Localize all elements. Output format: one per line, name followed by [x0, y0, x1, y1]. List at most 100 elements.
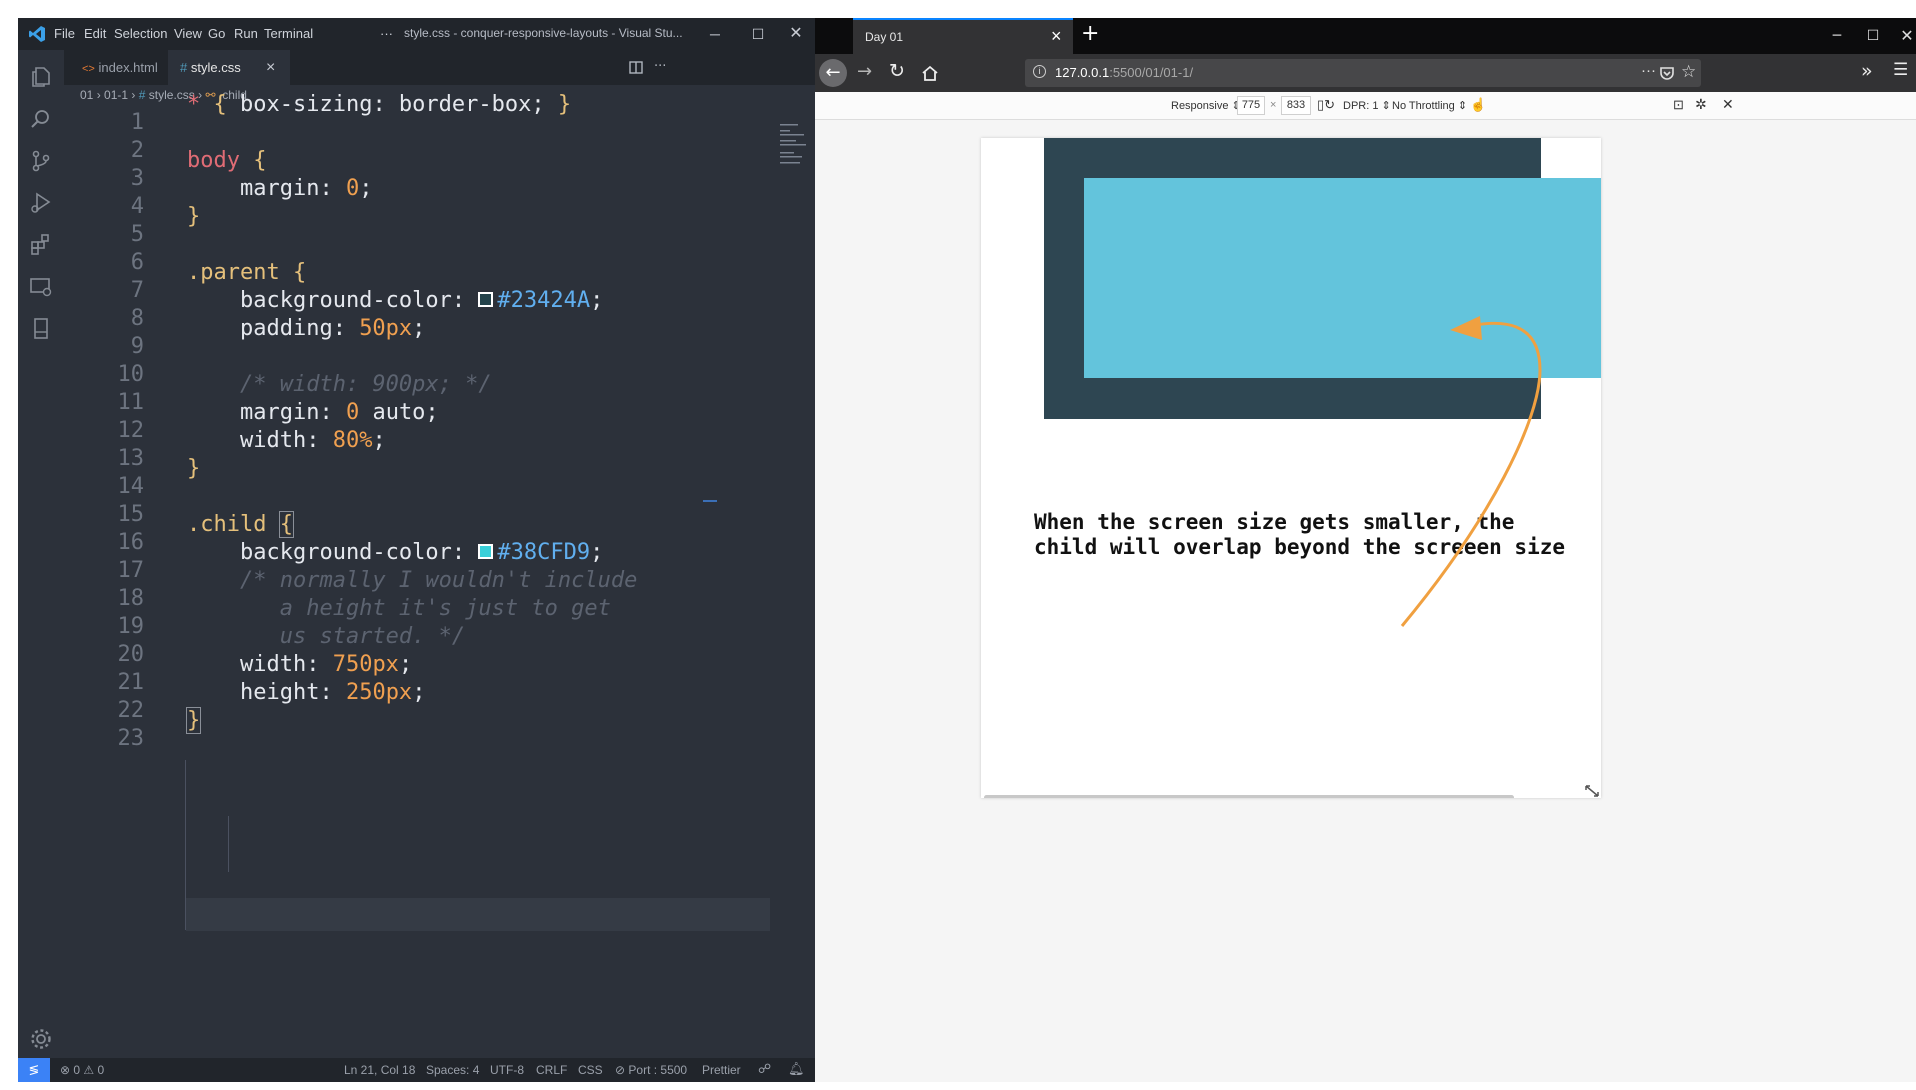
- indentation-status[interactable]: Spaces: 4: [426, 1063, 479, 1077]
- reload-icon[interactable]: ↻: [889, 60, 905, 82]
- notifications-bell-icon[interactable]: 🔔︎: [788, 1061, 805, 1077]
- problems-status[interactable]: ⊗ 0 ⚠ 0: [60, 1063, 104, 1077]
- url-path: :5500/01/01-1/: [1109, 65, 1194, 80]
- menu-terminal[interactable]: Terminal: [264, 26, 313, 41]
- info-icon[interactable]: i: [1033, 65, 1046, 78]
- vscode-titlebar: File Edit Selection View Go Run Terminal…: [18, 18, 815, 50]
- split-editor-icon[interactable]: [629, 61, 643, 74]
- menu-edit[interactable]: Edit: [84, 26, 106, 41]
- responsive-viewport[interactable]: When the screen size gets smaller, the c…: [981, 138, 1601, 798]
- maximize-icon[interactable]: ☐: [746, 22, 770, 46]
- color-swatch-icon[interactable]: [478, 544, 494, 559]
- value: 250px: [345, 680, 413, 705]
- settings-gear-icon[interactable]: ✲: [1695, 96, 1707, 113]
- value: 0: [345, 176, 360, 201]
- prettier-status[interactable]: Prettier: [702, 1063, 741, 1077]
- minimize-icon[interactable]: ─: [703, 22, 727, 46]
- window-title: style.css - conquer-responsive-layouts -…: [404, 26, 683, 40]
- property: margin:: [187, 400, 346, 425]
- extensions-icon[interactable]: [28, 232, 54, 258]
- new-tab-icon[interactable]: +: [1081, 21, 1099, 46]
- run-debug-icon[interactable]: [28, 190, 54, 216]
- throttling-select[interactable]: No Throttling ⇕: [1392, 99, 1467, 112]
- browser-tab[interactable]: Day 01 ×: [853, 18, 1073, 54]
- child-box: [1084, 178, 1601, 378]
- brace: }: [187, 456, 201, 481]
- source-control-icon[interactable]: [28, 148, 54, 174]
- value: 50px: [359, 316, 413, 341]
- rotate-viewport-icon[interactable]: ▯↻: [1317, 97, 1335, 113]
- back-arrow-icon[interactable]: ←: [819, 59, 847, 87]
- value: #23424A: [497, 288, 591, 313]
- remote-icon[interactable]: ≶: [18, 1058, 50, 1082]
- punct: ;: [590, 540, 604, 565]
- throttling-label: No Throttling: [1392, 100, 1455, 112]
- color-swatch-icon[interactable]: [478, 292, 494, 307]
- menu-selection[interactable]: Selection: [114, 26, 167, 41]
- pocket-icon[interactable]: [1659, 66, 1675, 81]
- selector: .parent: [187, 260, 293, 285]
- viewport-height-input[interactable]: 833: [1281, 96, 1311, 115]
- device-label: Responsive: [1171, 100, 1229, 112]
- book-icon[interactable]: [28, 316, 54, 342]
- more-actions-icon[interactable]: ···: [654, 59, 666, 74]
- close-icon[interactable]: ✕: [1895, 24, 1916, 48]
- device-select[interactable]: Responsive ⇕: [1171, 99, 1241, 112]
- menu-overflow[interactable]: ···: [380, 26, 393, 41]
- tab-style-css[interactable]: # style.css ×: [168, 50, 290, 85]
- punct: ;: [398, 652, 413, 677]
- editor-tabs: <> index.html # style.css × ···: [64, 50, 815, 85]
- overflow-chevrons-icon[interactable]: »: [1861, 60, 1873, 82]
- code-line-11: /* width: 900px; */: [187, 372, 492, 397]
- browser-tabbar: Day 01 × + ─ ☐ ✕: [815, 18, 1916, 54]
- close-rdm-icon[interactable]: ✕: [1722, 96, 1734, 113]
- encoding-status[interactable]: UTF-8: [490, 1063, 524, 1077]
- live-server-port[interactable]: ⊘ Port : 5500: [615, 1063, 687, 1077]
- tab-close-icon[interactable]: ×: [266, 50, 275, 85]
- horizontal-scrollbar[interactable]: [984, 795, 1514, 798]
- page-actions-icon[interactable]: ···: [1641, 62, 1656, 79]
- menu-view[interactable]: View: [174, 26, 202, 41]
- forward-arrow-icon[interactable]: →: [857, 61, 872, 82]
- tab-close-icon[interactable]: ×: [1051, 26, 1062, 47]
- tab-index-html[interactable]: <> index.html: [64, 50, 168, 85]
- brace: {: [253, 148, 267, 173]
- firefox-window: Day 01 × + ─ ☐ ✕ ← → ↻ i 127.0.0.1:5500/…: [815, 18, 1916, 1082]
- settings-gear-icon[interactable]: [28, 1026, 54, 1052]
- code-line-13: width: 80%;: [187, 428, 386, 453]
- minimize-icon[interactable]: ─: [1825, 24, 1849, 48]
- screenshot-icon[interactable]: ⊡: [1673, 97, 1684, 113]
- code-line-3: body {: [187, 148, 266, 173]
- resize-handle-icon[interactable]: [1584, 784, 1600, 798]
- property: background-color:: [187, 288, 479, 313]
- code-line-14: }: [187, 456, 200, 481]
- code-line-20: us started. */: [187, 624, 466, 649]
- remote-explorer-icon[interactable]: [28, 274, 54, 300]
- bookmark-star-icon[interactable]: ☆: [1681, 62, 1696, 82]
- feedback-icon[interactable]: ☍: [758, 1061, 771, 1077]
- dpr-select[interactable]: DPR: 1 ⇕: [1343, 99, 1391, 112]
- cursor-position[interactable]: Ln 21, Col 18: [344, 1063, 415, 1077]
- maximize-icon[interactable]: ☐: [1861, 24, 1885, 48]
- menu-run[interactable]: Run: [234, 26, 258, 41]
- menu-go[interactable]: Go: [208, 26, 225, 41]
- code-line-22: height: 250px;: [187, 680, 425, 705]
- viewport-width-input[interactable]: 775: [1237, 96, 1265, 115]
- screen: File Edit Selection View Go Run Terminal…: [0, 0, 1916, 1090]
- explorer-icon[interactable]: [28, 64, 54, 90]
- language-status[interactable]: CSS: [578, 1063, 603, 1077]
- status-bar: ≶ ⊗ 0 ⚠ 0 Ln 21, Col 18 Spaces: 4 UTF-8 …: [18, 1058, 815, 1082]
- close-icon[interactable]: ✕: [784, 22, 808, 46]
- declaration: box-sizing: border-box;: [226, 92, 558, 117]
- eol-status[interactable]: CRLF: [536, 1063, 567, 1077]
- search-icon[interactable]: [28, 106, 54, 132]
- hamburger-menu-icon[interactable]: ☰: [1893, 60, 1908, 80]
- property: width:: [187, 652, 333, 677]
- selector: .child: [187, 512, 280, 537]
- code-line-19: a height it's just to get: [187, 596, 611, 621]
- vscode-logo-icon: [29, 26, 45, 42]
- home-icon[interactable]: [921, 65, 939, 82]
- touch-simulation-icon[interactable]: ☝: [1470, 97, 1486, 113]
- url-bar[interactable]: i 127.0.0.1:5500/01/01-1/ ··· ☆: [1025, 59, 1701, 87]
- menu-file[interactable]: File: [54, 26, 75, 41]
